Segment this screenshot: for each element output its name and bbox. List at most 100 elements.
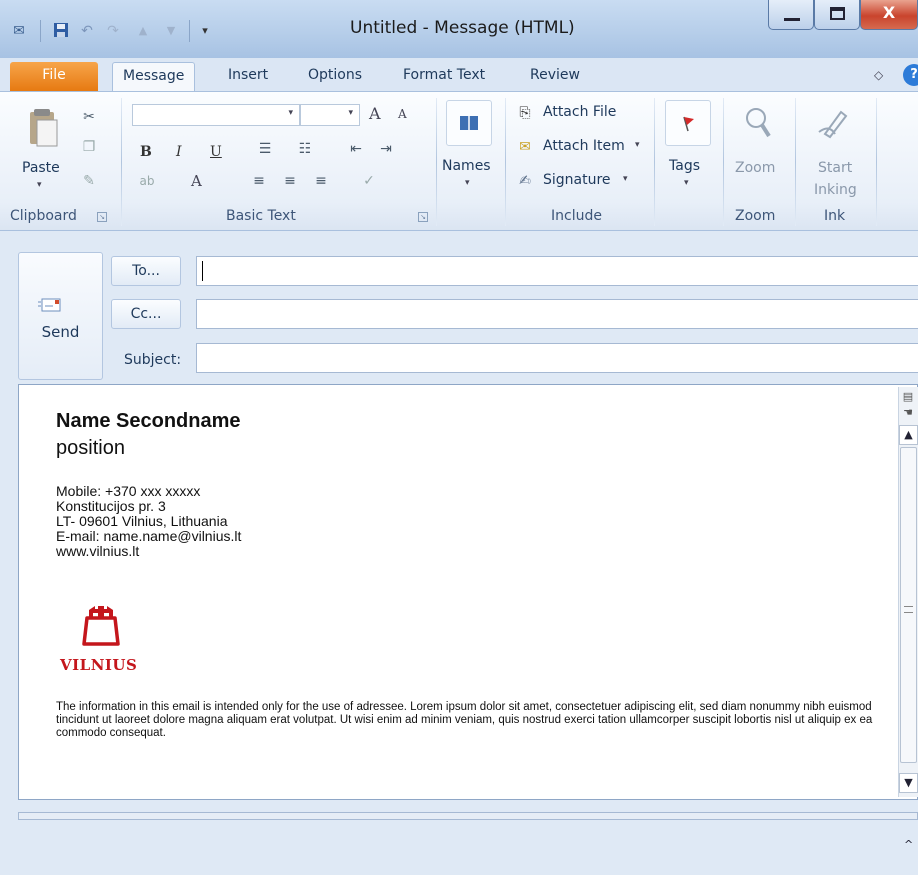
address-book-icon[interactable] (446, 100, 492, 146)
include-group-label: Include (551, 208, 602, 224)
shrink-font-button[interactable]: A (398, 107, 407, 121)
to-button[interactable]: To... (111, 256, 181, 286)
group-separator (795, 98, 796, 226)
tab-review[interactable]: Review (520, 62, 590, 92)
send-icon (38, 297, 61, 313)
group-separator (121, 98, 122, 226)
pan-hand-icon[interactable]: ☚ (900, 405, 916, 421)
paperclip-icon: ⎘ (519, 105, 531, 121)
ruler-icon[interactable]: ▤ (900, 389, 916, 405)
vertical-scrollbar[interactable]: ▤ ☚ ▲ ▼ (898, 387, 918, 797)
grow-font-button[interactable]: A (369, 104, 381, 123)
chevron-down-icon: ▾ (348, 108, 353, 118)
maximize-button[interactable] (814, 0, 860, 30)
help-icon[interactable]: ? (903, 64, 918, 86)
format-painter-icon[interactable]: ✎ (80, 172, 98, 190)
subject-field[interactable] (196, 343, 918, 373)
bold-button[interactable]: B (140, 144, 152, 160)
flag-icon[interactable] (665, 100, 711, 146)
signature-position: position (56, 437, 125, 459)
increase-indent-icon[interactable]: ⇥ (377, 140, 395, 158)
paste-dropdown-icon[interactable]: ▾ (37, 180, 42, 190)
signature-mobile: Mobile: +370 xxx xxxxx (56, 483, 201, 499)
attach-file-button[interactable]: Attach File (543, 104, 616, 120)
tab-options[interactable]: Options (298, 62, 372, 92)
group-separator (436, 98, 437, 226)
underline-button[interactable]: U (210, 144, 222, 160)
cc-button[interactable]: Cc... (111, 299, 181, 329)
tab-format-text[interactable]: Format Text (393, 62, 495, 92)
signature-icon: ✍ (519, 173, 531, 189)
highlight-icon[interactable]: ab (138, 172, 156, 190)
group-separator (723, 98, 724, 226)
send-label: Send (41, 323, 80, 341)
numbering-icon[interactable]: ☷ (296, 140, 314, 158)
minimize-button[interactable] (768, 0, 814, 30)
cc-field[interactable] (196, 299, 918, 329)
text-cursor (202, 261, 203, 281)
expand-people-pane-icon[interactable]: ^ (904, 838, 913, 851)
signature-address-1: Konstitucijos pr. 3 (56, 498, 166, 514)
outlook-app-icon[interactable]: ✉ (10, 22, 28, 40)
grip-icon (904, 606, 913, 613)
magnifier-icon[interactable] (740, 104, 778, 142)
spelling-icon[interactable]: ✓ (360, 172, 378, 190)
font-color-button[interactable]: A (191, 172, 202, 190)
tags-dropdown-icon[interactable]: ▾ (684, 178, 689, 188)
bullets-icon[interactable]: ☰ (256, 140, 274, 158)
attach-item-button[interactable]: Attach Item (543, 138, 625, 154)
copy-icon[interactable]: ❐ (80, 138, 98, 156)
attach-item-dropdown-icon[interactable]: ▾ (635, 140, 640, 150)
save-icon[interactable] (52, 22, 70, 40)
signature-button[interactable]: Signature (543, 172, 611, 188)
tab-insert[interactable]: Insert (218, 62, 278, 92)
clipboard-launcher-icon[interactable]: ↘ (97, 212, 107, 222)
signature-dropdown-icon[interactable]: ▾ (623, 174, 628, 184)
names-dropdown-icon[interactable]: ▾ (465, 178, 470, 188)
ink-group-label: Ink (824, 208, 846, 224)
people-pane-splitter[interactable] (18, 812, 918, 820)
close-button[interactable]: X (860, 0, 918, 30)
minimize-icon (784, 18, 800, 21)
signature-disclaimer: The information in this email is intende… (56, 701, 873, 739)
signature-block: Name Secondname position Mobile: +370 xx… (56, 410, 241, 559)
center-icon[interactable]: ≡ (281, 172, 299, 190)
tags-button[interactable]: Tags (669, 158, 700, 174)
cut-icon[interactable]: ✂ (80, 108, 98, 126)
scroll-up-button[interactable]: ▲ (899, 425, 918, 445)
undo-icon[interactable]: ↶ (78, 22, 96, 40)
font-name-combo[interactable]: ▾ (132, 104, 300, 126)
minimize-ribbon-icon[interactable]: ◇ (874, 68, 883, 82)
tab-message[interactable]: Message (112, 62, 196, 92)
align-right-icon[interactable]: ≡ (312, 172, 330, 190)
group-separator (505, 98, 506, 226)
scroll-thumb[interactable] (900, 447, 917, 763)
redo-icon[interactable]: ↷ (104, 22, 122, 40)
customize-qat-icon[interactable]: ▾ (196, 22, 214, 40)
paste-icon[interactable] (26, 108, 60, 148)
next-item-icon[interactable]: ▼ (162, 22, 180, 40)
to-field[interactable] (196, 256, 918, 286)
group-separator (876, 98, 877, 226)
vilnius-logo-icon (80, 604, 122, 648)
clipboard-group-label: Clipboard (10, 208, 77, 224)
basic-text-launcher-icon[interactable]: ↘ (418, 212, 428, 222)
pen-icon[interactable] (815, 104, 853, 142)
signature-name: Name Secondname (56, 410, 241, 432)
window-title: Untitled - Message (HTML) (350, 18, 575, 38)
scroll-down-button[interactable]: ▼ (899, 773, 918, 793)
qat-divider (189, 20, 190, 42)
names-button[interactable]: Names (442, 158, 491, 174)
start-inking-label-1[interactable]: Start (818, 160, 852, 176)
start-inking-label-2[interactable]: Inking (814, 182, 857, 198)
align-left-icon[interactable]: ≡ (250, 172, 268, 190)
previous-item-icon[interactable]: ▲ (134, 22, 152, 40)
font-size-combo[interactable]: ▾ (300, 104, 360, 126)
paste-button[interactable]: Paste (22, 160, 60, 176)
decrease-indent-icon[interactable]: ⇤ (347, 140, 365, 158)
italic-button[interactable]: I (176, 144, 182, 160)
tab-file[interactable]: File (10, 62, 98, 92)
send-button[interactable]: Send (18, 252, 103, 380)
zoom-button[interactable]: Zoom (735, 160, 775, 176)
signature-address-2: LT- 09601 Vilnius, Lithuania (56, 513, 228, 529)
